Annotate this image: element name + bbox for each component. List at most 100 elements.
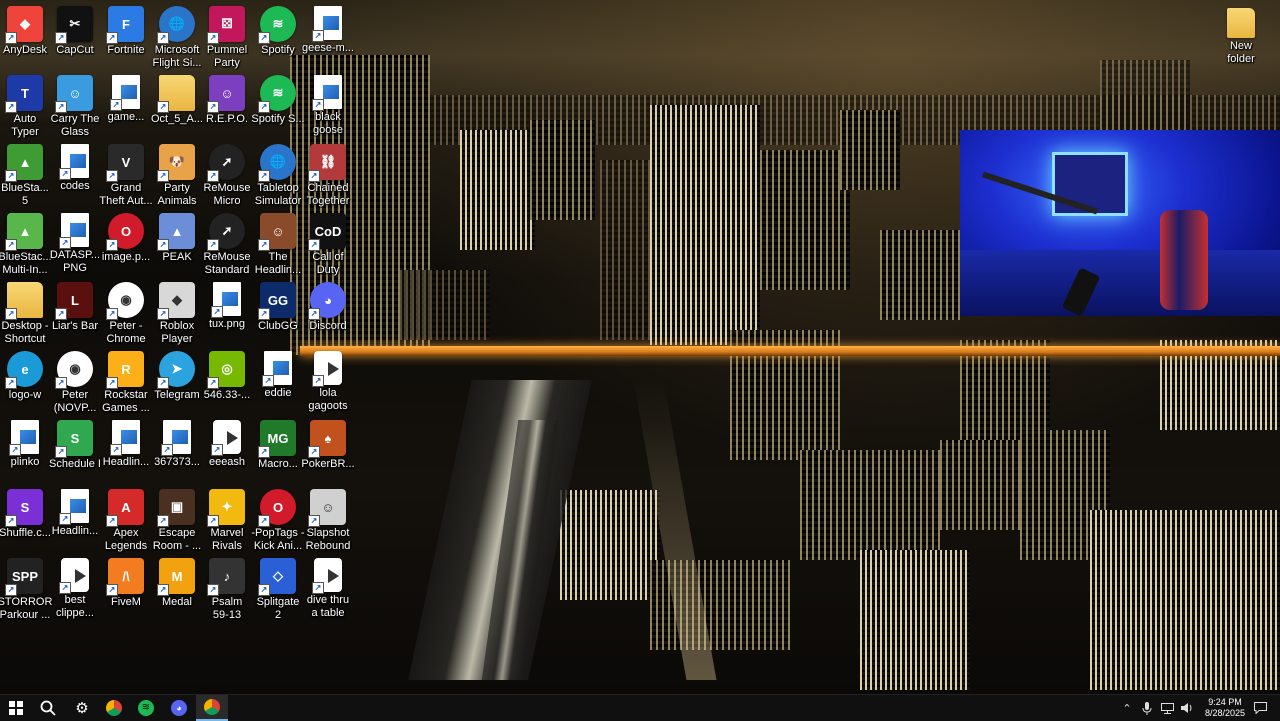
taskbar-spotify[interactable]: ≋ (130, 695, 162, 721)
shortcut-arrow-icon: ↗ (211, 444, 223, 456)
shortcut-arrow-icon: ↗ (258, 101, 270, 113)
shortcut-arrow-icon: ↗ (55, 446, 67, 458)
start-button[interactable] (0, 695, 32, 721)
shortcut-arrow-icon: ↗ (308, 515, 320, 527)
gta-icon: V ↗ (106, 144, 144, 182)
desktop-icon-black[interactable]: ↗ black goose (297, 71, 359, 136)
volume-tray-button[interactable] (1178, 695, 1196, 721)
shortcut-arrow-icon: ↗ (106, 308, 118, 320)
file-icon: ↗ (59, 489, 89, 525)
desktop-icon-lola[interactable]: ↗ lola gagoots (297, 347, 359, 412)
microphone-tray-button[interactable] (1138, 695, 1156, 721)
file-icon: ↗ (312, 75, 342, 111)
dice-icon: ⚄ ↗ (207, 6, 245, 44)
desktop-icon-label: PokerBR... (301, 458, 355, 470)
folder-icon (1227, 8, 1255, 38)
file-icon: ↗ (59, 213, 89, 249)
shortcut-arrow-icon: ↗ (5, 239, 17, 251)
shortcut-arrow-icon: ↗ (258, 515, 270, 527)
file-icon: ↗ (161, 420, 191, 456)
clock-time: 9:24 PM (1208, 697, 1242, 707)
clock-date: 8/28/2025 (1204, 708, 1246, 718)
shortcut-arrow-icon: ↗ (59, 168, 71, 180)
windows-icon (9, 701, 23, 715)
clubgg-icon: GG ↗ (258, 282, 296, 320)
nvidia-icon: ◎ ↗ (207, 351, 245, 389)
game-icon: ⛓ ↗ (308, 144, 346, 182)
desktop-icon-label: Call of Duty (312, 251, 344, 276)
shortcut-arrow-icon: ↗ (106, 584, 118, 596)
volume-icon (1181, 703, 1192, 713)
microphone-icon (1142, 701, 1152, 715)
game-icon: ☺ ↗ (207, 75, 245, 113)
shortcut-arrow-icon: ↗ (5, 32, 17, 44)
macro-icon: MG ↗ (258, 420, 296, 458)
shortcut-arrow-icon: ↗ (5, 101, 17, 113)
taskbar-discord[interactable]: ◕ (163, 695, 195, 721)
spotify-icon: ≋ ↗ (258, 6, 296, 44)
shortcut-arrow-icon: ↗ (312, 375, 324, 387)
schedule-icon: S ↗ (55, 420, 93, 458)
taskbar-clock[interactable]: 9:24 PM 8/28/2025 (1196, 697, 1254, 719)
edge-icon: e ↗ (5, 351, 43, 389)
shortcut-arrow-icon: ↗ (55, 308, 67, 320)
shortcut-arrow-icon: ↗ (308, 170, 320, 182)
shortcut-arrow-icon: ↗ (5, 584, 17, 596)
webcam-chair (1160, 210, 1208, 310)
taskbar-app[interactable] (98, 695, 130, 721)
shortcut-arrow-icon: ↗ (55, 377, 67, 389)
game-icon: ▣ ↗ (157, 489, 195, 527)
spotify-icon: ≋ (138, 700, 154, 716)
apex-icon: A ↗ (106, 489, 144, 527)
desktop-icon-discord[interactable]: ◕ ↗ Discord (297, 278, 359, 342)
shortcut-arrow-icon: ↗ (106, 239, 118, 251)
file-icon: ↗ (59, 144, 89, 180)
desktop-icon-label: New folder (1227, 40, 1255, 65)
desktop-icon-pokerbr[interactable]: ♠ ↗ PokerBR... (297, 416, 359, 480)
show-hidden-icons-button[interactable]: ⌃ (1118, 695, 1136, 721)
chrome-icon: ◉ ↗ (106, 282, 144, 320)
desktop-icon-label: Discord (309, 320, 347, 332)
shortcut-arrow-icon: ↗ (308, 239, 320, 251)
bluestacks-icon: ▲ ↗ (5, 144, 43, 182)
shortcut-arrow-icon: ↗ (207, 515, 219, 527)
cod-icon: CoD ↗ (308, 213, 346, 251)
shortcut-arrow-icon: ↗ (5, 170, 17, 182)
desktop-icon-geese-m[interactable]: ↗ geese-m... (297, 2, 359, 66)
shortcut-arrow-icon: ↗ (106, 377, 118, 389)
shortcut-arrow-icon: ↗ (5, 308, 17, 320)
desktop-icon-new-folder[interactable]: New folder (1210, 4, 1272, 68)
search-button[interactable] (32, 695, 64, 721)
shuffle-icon: S ↗ (5, 489, 43, 527)
file-icon: ↗ (211, 282, 241, 318)
discord-icon: ◕ ↗ (308, 282, 346, 320)
shortcut-arrow-icon: ↗ (207, 377, 219, 389)
anydesk-icon: ◆ ↗ (5, 6, 43, 44)
desktop-icon-chained[interactable]: ⛓ ↗ Chained Together (297, 140, 359, 207)
game-icon: ♪ ↗ (207, 558, 245, 596)
shortcut-arrow-icon: ↗ (207, 101, 219, 113)
shortcut-arrow-icon: ↗ (110, 99, 122, 111)
file-icon: ↗ (262, 351, 292, 387)
shortcut-arrow-icon: ↗ (207, 170, 219, 182)
shortcut-arrow-icon: ↗ (308, 308, 320, 320)
game-icon: ☺ ↗ (308, 489, 346, 527)
desktop-icon-dive-thru[interactable]: ↗ dive thru a table (297, 554, 359, 619)
network-tray-button[interactable] (1158, 695, 1176, 721)
shortcut-arrow-icon: ↗ (59, 582, 71, 594)
shortcut-arrow-icon: ↗ (262, 375, 274, 387)
desktop-icon-label: lola gagoots (308, 387, 348, 412)
notifications-button[interactable] (1250, 695, 1270, 721)
shortcut-arrow-icon: ↗ (207, 584, 219, 596)
taskbar-settings[interactable]: ⚙ (66, 695, 98, 721)
shortcut-arrow-icon: ↗ (9, 444, 21, 456)
game-icon: ☺ ↗ (55, 75, 93, 113)
desktop-icon-slapshot[interactable]: ☺ ↗ Slapshot Rebound (297, 485, 359, 552)
desktop-icon-label: Slapshot Rebound (305, 527, 351, 552)
file-icon: ↗ (312, 6, 342, 42)
shortcut-arrow-icon: ↗ (258, 32, 270, 44)
chrome-icon (106, 700, 122, 716)
capcut-icon: ✂ ↗ (55, 6, 93, 44)
taskbar-chrome[interactable] (196, 695, 228, 721)
desktop-icon-call-of[interactable]: CoD ↗ Call of Duty (297, 209, 359, 276)
